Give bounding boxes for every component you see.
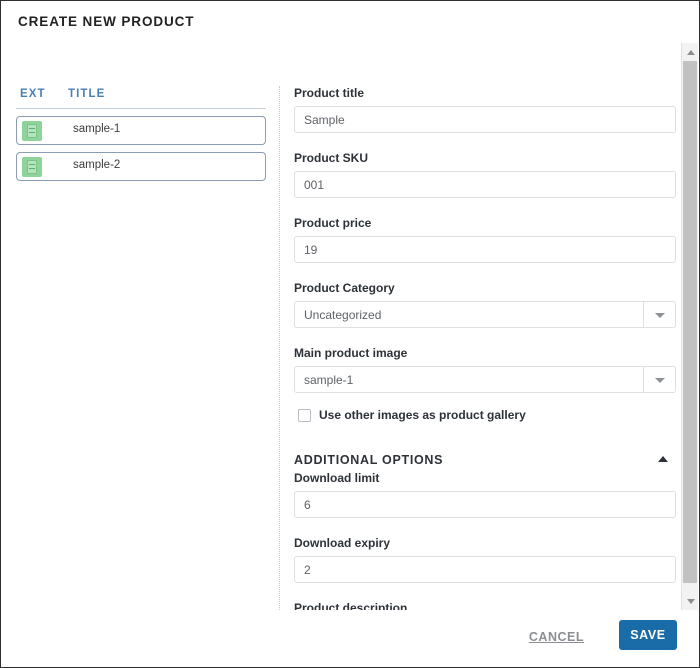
spreadsheet-file-icon (22, 157, 42, 177)
chevron-down-icon[interactable] (643, 302, 675, 327)
additional-options-title: ADDITIONAL OPTIONS (294, 453, 443, 467)
modal-footer: CANCEL SAVE (2, 610, 699, 667)
chevron-down-icon[interactable] (643, 367, 675, 392)
additional-options-header[interactable]: ADDITIONAL OPTIONS (294, 451, 676, 471)
panel-divider (279, 86, 281, 610)
column-header-title: TITLE (68, 88, 105, 100)
cancel-button[interactable]: CANCEL (529, 630, 584, 644)
chevron-up-icon[interactable] (658, 456, 668, 462)
label-product-sku: Product SKU (294, 151, 676, 165)
product-form-panel: Product title Sample Product SKU 001 Pro… (294, 86, 676, 610)
label-product-title: Product title (294, 86, 676, 100)
column-header-ext: EXT (20, 88, 46, 100)
file-list-item[interactable]: sample-2 (16, 152, 266, 181)
spreadsheet-file-icon (22, 121, 42, 141)
scroll-up-arrow-icon[interactable] (682, 43, 698, 60)
file-list-item[interactable]: sample-1 (16, 116, 266, 145)
label-download-expiry: Download expiry (294, 536, 676, 550)
download-limit-input[interactable]: 6 (294, 491, 676, 518)
label-main-product-image: Main product image (294, 346, 676, 360)
scroll-down-arrow-icon[interactable] (682, 593, 698, 610)
save-button[interactable]: SAVE (619, 620, 677, 650)
modal-scroll-body: EXT TITLE sample-1 sample-2 Product titl… (2, 42, 699, 610)
product-category-value: Uncategorized (304, 308, 381, 322)
file-item-title: sample-2 (73, 159, 120, 171)
modal-scrollbar[interactable] (681, 43, 698, 610)
file-list-panel: EXT TITLE sample-1 sample-2 (16, 86, 266, 181)
scrollbar-thumb[interactable] (683, 61, 697, 583)
main-product-image-value: sample-1 (304, 373, 353, 387)
label-product-price: Product price (294, 216, 676, 230)
label-product-description: Product description (294, 601, 676, 610)
gallery-checkbox-label: Use other images as product gallery (319, 408, 526, 422)
main-product-image-select[interactable]: sample-1 (294, 366, 676, 393)
product-category-select[interactable]: Uncategorized (294, 301, 676, 328)
gallery-checkbox-row[interactable]: Use other images as product gallery (294, 409, 676, 425)
page-title: CREATE NEW PRODUCT (18, 14, 194, 29)
file-item-title: sample-1 (73, 123, 120, 135)
label-product-category: Product Category (294, 281, 676, 295)
label-download-limit: Download limit (294, 471, 676, 485)
product-price-input[interactable]: 19 (294, 236, 676, 263)
download-expiry-input[interactable]: 2 (294, 556, 676, 583)
create-product-modal: CREATE NEW PRODUCT EXT TITLE sample-1 sa… (2, 2, 699, 667)
product-sku-input[interactable]: 001 (294, 171, 676, 198)
product-title-input[interactable]: Sample (294, 106, 676, 133)
file-list-header: EXT TITLE (16, 86, 266, 109)
gallery-checkbox[interactable] (298, 409, 311, 422)
app-screen: CREATE NEW PRODUCT EXT TITLE sample-1 sa… (0, 0, 700, 668)
